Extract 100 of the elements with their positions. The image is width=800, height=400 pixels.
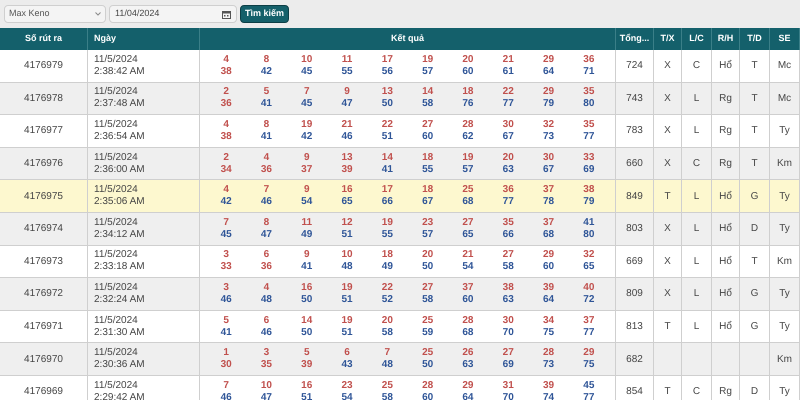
result-number: 38 [502, 282, 514, 294]
result-number: 51 [341, 326, 353, 339]
result-number: 57 [462, 164, 474, 176]
table-cell-text: Km [777, 254, 792, 269]
table-cell-text: 11/5/2024 [94, 249, 139, 262]
result-number: 65 [341, 196, 353, 208]
result-number: 64 [542, 294, 554, 306]
result-number: 59 [422, 326, 434, 339]
table-cell-text: 669 [626, 254, 643, 269]
result-number: 27 [502, 347, 514, 360]
table-cell-text: 4176973 [24, 254, 63, 269]
result-number: 36 [583, 54, 594, 66]
result-number: 20 [502, 152, 514, 164]
result-number: 69 [502, 359, 514, 372]
date-field[interactable]: 11/04/2024 [109, 5, 237, 23]
result-number: 36 [502, 184, 514, 196]
table-cell-text: 11/5/2024 [94, 152, 139, 164]
result-number: 67 [542, 164, 554, 176]
result-number: 40 [583, 282, 594, 294]
result-number: 60 [542, 261, 554, 274]
table-cell-text: L [694, 287, 700, 302]
result-number: 48 [341, 261, 353, 274]
result-number: 16 [301, 282, 312, 294]
table-row[interactable]: 4176976 11/5/2024 2:36:00 AM 2 4 9 13 14 18 19 20 30 33 34 36 37 39 41 55 57 63 67 69 660 X C Rg T Km [0, 148, 800, 180]
result-number: 5 [223, 314, 229, 327]
result-number: 77 [502, 196, 514, 208]
table-cell-text: T [664, 190, 671, 204]
table-row[interactable]: 4176972 11/5/2024 2:32:24 AM 3 4 16 19 22 27 37 38 39 40 46 48 50 51 52 58 60 63 64 72 809 X L Hổ G Ty [0, 278, 800, 311]
result-number: 63 [462, 359, 474, 372]
calendar-icon [222, 10, 231, 18]
result-number: 4 [264, 282, 270, 294]
result-number: 66 [502, 228, 514, 241]
result-number: 58 [382, 326, 393, 339]
result-number: 54 [301, 196, 312, 208]
result-number: 49 [301, 228, 312, 241]
result-number: 55 [341, 66, 353, 78]
result-number: 5 [304, 347, 310, 360]
table-row[interactable]: 4176971 11/5/2024 2:31:30 AM 5 6 14 19 20 25 28 30 34 37 41 46 50 51 58 59 68 70 75 77 813 T L Hổ G Ty [0, 310, 800, 344]
result-number: 37 [462, 282, 474, 294]
table-cell-text: C [692, 157, 700, 172]
result-number: 50 [301, 294, 312, 306]
result-number: 26 [462, 347, 474, 360]
result-number: 22 [382, 118, 393, 131]
table-cell-text: 4176969 [24, 385, 63, 400]
table-cell-text: T [751, 124, 758, 138]
result-number: 47 [260, 392, 272, 400]
search-button[interactable]: Tìm kiếm [240, 5, 290, 23]
table-row[interactable]: 4176970 11/5/2024 2:30:36 AM 1 3 5 6 7 25 26 27 28 29 30 35 39 43 48 50 63 69 73 75 682 Km [0, 343, 800, 376]
result-number: 5 [264, 86, 270, 98]
result-number: 41 [301, 261, 312, 274]
result-number: 36 [220, 98, 232, 110]
result-number: 18 [382, 249, 393, 262]
table-cell-text: X [664, 254, 671, 269]
column-header: T/X [660, 32, 674, 46]
table-cell-text: 809 [626, 287, 643, 302]
table-cell-text: T [751, 254, 758, 269]
result-number: 45 [220, 228, 232, 241]
table-row[interactable]: 4176979 11/5/2024 2:38:42 AM 4 8 10 11 17 19 20 21 29 36 38 42 45 55 56 57 60 61 64 71 724 X C Hổ T Mc [0, 50, 800, 83]
table-cell-text: 11/5/2024 [94, 282, 139, 294]
result-number: 38 [220, 130, 232, 143]
result-number: 64 [462, 392, 474, 400]
result-number: 3 [223, 282, 229, 294]
result-number: 77 [583, 130, 594, 143]
table-cell-text: Rg [719, 385, 732, 400]
result-number: 35 [583, 118, 594, 131]
table-cell-text: 11/5/2024 [94, 86, 139, 98]
table-cell-text: X [664, 59, 671, 74]
result-number: 20 [422, 249, 434, 262]
table-row[interactable]: 4176975 11/5/2024 2:35:06 AM 4 7 9 16 17 18 25 36 37 38 42 46 54 65 66 67 68 77 78 79 849 T L Hổ G Ty [0, 180, 800, 213]
column-header: L/C [689, 32, 704, 46]
result-number: 25 [462, 184, 474, 196]
column-header: Số rút ra [24, 32, 62, 46]
table-cell-text: Ty [779, 222, 790, 236]
table-cell-text: 4176971 [24, 320, 63, 334]
result-number: 46 [341, 130, 353, 143]
result-number: 18 [462, 86, 474, 98]
result-number: 4 [264, 152, 270, 164]
table-cell-text: T [664, 385, 671, 400]
result-number: 31 [502, 380, 514, 392]
result-number: 58 [422, 98, 434, 110]
select-value: Max Keno [9, 7, 50, 20]
table-cell-text: 682 [626, 352, 643, 367]
table-row[interactable]: 4176974 11/5/2024 2:34:12 AM 7 8 11 12 19 23 27 35 37 41 45 47 49 51 55 57 65 66 68 80 803 X L Hổ D Ty [0, 212, 800, 246]
result-number: 41 [382, 164, 393, 176]
result-number: 35 [260, 359, 272, 372]
result-number: 12 [341, 216, 353, 229]
table-cell-text: T [751, 157, 758, 172]
game-select[interactable]: Max Keno [4, 5, 106, 23]
result-number: 50 [422, 359, 434, 372]
table-row[interactable]: 4176977 11/5/2024 2:36:54 AM 4 8 19 21 22 27 28 30 32 35 38 41 42 46 51 60 62 67 73 77 783 X L Rg T Ty [0, 115, 800, 148]
table-cell-text: Ty [779, 287, 790, 302]
result-number: 13 [341, 152, 353, 164]
result-number: 71 [583, 66, 594, 78]
result-number: 8 [264, 54, 270, 66]
result-number: 70 [502, 326, 514, 339]
table-row[interactable]: 4176978 11/5/2024 2:37:48 AM 2 5 7 9 13 14 18 22 29 35 36 41 45 47 50 58 76 77 79 80 743 X L Rg T Mc [0, 82, 800, 116]
table-row[interactable]: 4176973 11/5/2024 2:33:18 AM 3 6 9 10 18 20 21 27 29 32 33 36 41 48 49 50 54 58 60 65 669 X L Hổ T Km [0, 246, 800, 278]
table-cell-text: 4176977 [24, 124, 63, 138]
table-cell-text: Ty [779, 385, 790, 400]
table-cell-text: L [694, 320, 700, 334]
